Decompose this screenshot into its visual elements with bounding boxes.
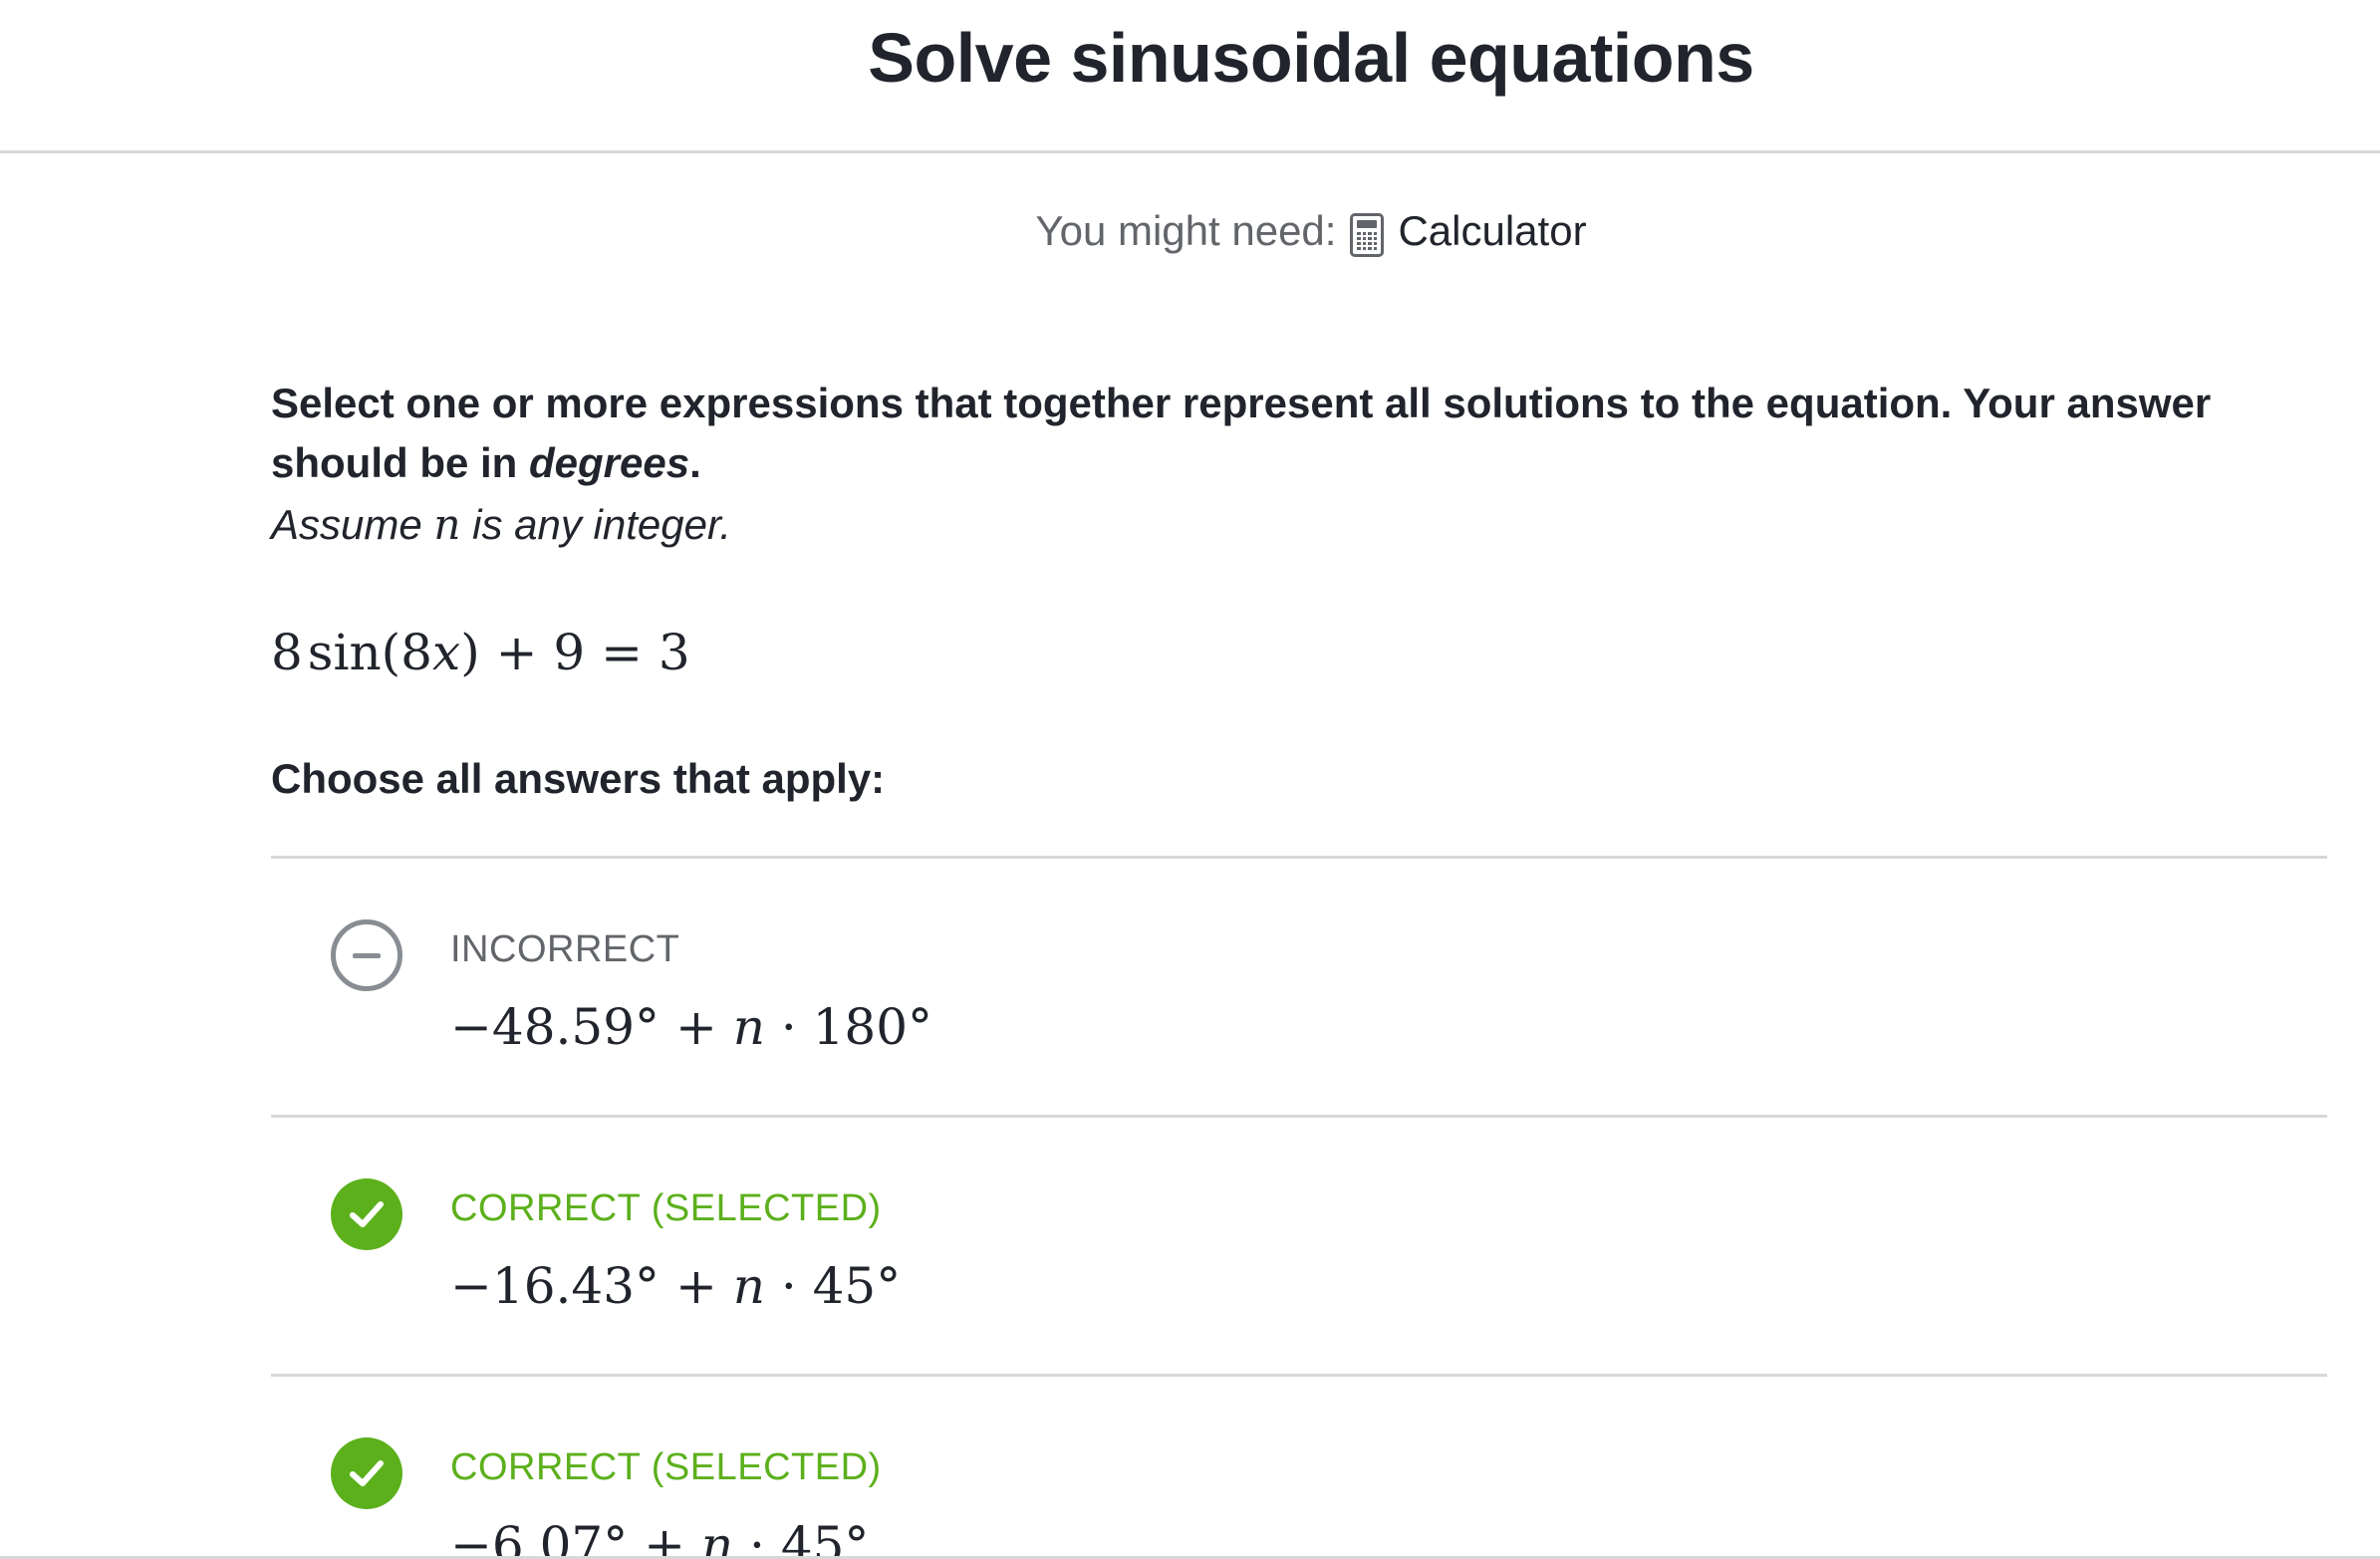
prompt-emphasis: degrees [529, 439, 690, 486]
equation-fn: sin [307, 624, 382, 681]
choice-item[interactable]: CORRECT (SELECTED) −6.07° + n · 45° [271, 1377, 2327, 1556]
choice-status: INCORRECT [450, 928, 680, 970]
expr-period: 180° [812, 998, 933, 1056]
equation-rest: + 9 = 3 [479, 624, 690, 681]
expr-period: 45° [812, 1257, 902, 1315]
calculator-link[interactable]: Calculator [1398, 207, 1586, 255]
equation-arg-coef: 8 [400, 624, 432, 681]
question-prompt: Select one or more expressions that toge… [271, 374, 2327, 493]
calculator-icon[interactable] [1350, 213, 1385, 257]
assume-post: is any integer. [460, 501, 732, 548]
expr-value: −6.07° [450, 1516, 629, 1556]
prompt-end: . [689, 439, 701, 486]
tools-prefix: You might need: [1035, 207, 1337, 254]
choice-item[interactable]: INCORRECT −48.59° + n · 180° [271, 859, 2327, 1116]
choose-label: Choose all answers that apply: [271, 755, 886, 802]
exercise-page: Solve sinusoidal equations You might nee… [0, 0, 2380, 1556]
choice-expression: −48.59° + n · 180° [450, 998, 933, 1056]
expr-value: −16.43° [450, 1257, 661, 1315]
tools-needed: You might need: Calculator [0, 207, 2380, 257]
page-title: Solve sinusoidal equations [868, 19, 1754, 97]
expr-variable: n [732, 998, 765, 1056]
question-content: Select one or more expressions that toge… [271, 374, 2327, 555]
expr-variable: n [700, 1516, 734, 1556]
equation-variable: x [431, 624, 461, 681]
choice-expression: −16.43° + n · 45° [450, 1257, 902, 1315]
assume-variable: n [433, 500, 460, 549]
choice-status: CORRECT (SELECTED) [450, 1446, 882, 1488]
choice-item[interactable]: CORRECT (SELECTED) −16.43° + n · 45° [271, 1118, 2327, 1375]
check-circle-icon [331, 1437, 402, 1509]
choice-status: CORRECT (SELECTED) [450, 1187, 882, 1229]
minus-circle-icon [331, 919, 402, 991]
choice-expression: −6.07° + n · 45° [450, 1516, 869, 1556]
header: Solve sinusoidal equations [0, 0, 2380, 153]
assume-pre: Assume [271, 501, 434, 548]
equation: 8 sin(8x) + 9 = 3 [271, 624, 690, 681]
expr-variable: n [732, 1257, 765, 1315]
check-circle-icon [331, 1178, 402, 1250]
equation-coef: 8 [271, 624, 303, 681]
variable-n: n [433, 500, 461, 549]
assumption-note: Assume n is any integer. [271, 495, 2327, 555]
expr-value: −48.59° [450, 998, 661, 1056]
expr-period: 45° [780, 1516, 870, 1556]
